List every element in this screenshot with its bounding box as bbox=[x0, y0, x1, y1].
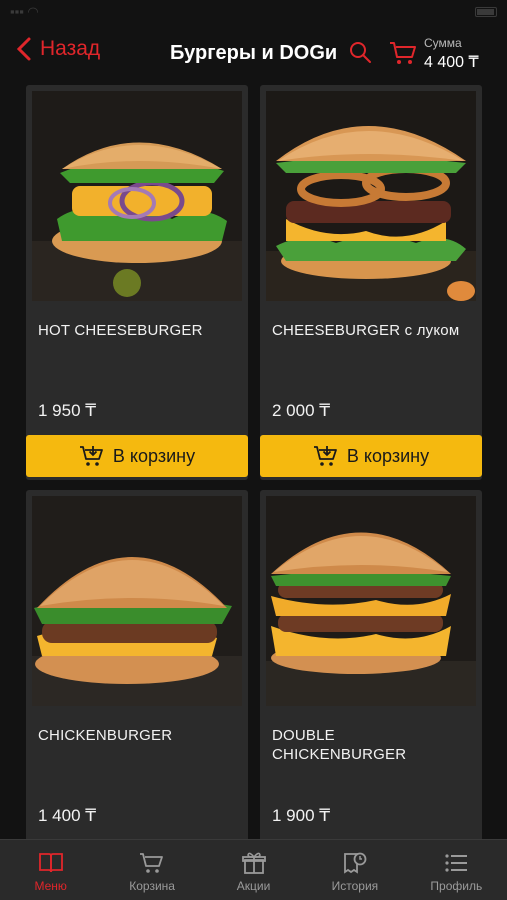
tab-label: Меню bbox=[34, 879, 67, 893]
product-card[interactable]: DOUBLE CHICKENBURGER 1 900 ₸ bbox=[260, 490, 482, 850]
burger-photo bbox=[266, 91, 476, 301]
tab-cart[interactable]: Корзина bbox=[101, 840, 202, 900]
history-icon bbox=[344, 852, 367, 874]
back-label: Назад bbox=[40, 37, 101, 60]
product-name: DOUBLE CHICKENBURGER bbox=[272, 727, 407, 763]
page-title: Бургеры и DOGи bbox=[170, 42, 338, 64]
add-to-cart-label: В корзину bbox=[112, 445, 196, 466]
cart-icon[interactable] bbox=[389, 40, 417, 66]
sum-label: Сумма bbox=[424, 36, 462, 50]
add-to-cart-button[interactable]: В корзину bbox=[260, 435, 482, 477]
signal-icon: ▪▪▪ ◠ bbox=[10, 4, 39, 19]
cart-icon bbox=[140, 853, 164, 873]
burger-photo bbox=[266, 496, 476, 706]
status-bar: ▪▪▪ ◠ bbox=[0, 0, 507, 24]
product-name: CHEESEBURGER с луком bbox=[272, 322, 460, 339]
tab-menu[interactable]: Меню bbox=[0, 840, 101, 900]
list-icon bbox=[445, 854, 468, 872]
product-name: HOT CHEESEBURGER bbox=[38, 322, 203, 339]
burger-photo bbox=[32, 91, 242, 301]
add-to-cart-label: В корзину bbox=[346, 445, 430, 466]
product-card[interactable]: CHICKENBURGER 1 400 ₸ bbox=[26, 490, 248, 850]
tab-promotions[interactable]: Акции bbox=[203, 840, 304, 900]
sum-value[interactable]: 4 400 ₸ bbox=[424, 52, 479, 72]
product-price: 1 400 ₸ bbox=[38, 806, 97, 825]
book-icon bbox=[38, 853, 63, 873]
gift-icon bbox=[241, 852, 266, 874]
tab-profile[interactable]: Профиль bbox=[406, 840, 507, 900]
tab-label: Профиль bbox=[430, 879, 483, 893]
cart-add-icon bbox=[79, 446, 103, 466]
tab-label: История bbox=[331, 879, 379, 893]
product-price: 1 950 ₸ bbox=[38, 401, 97, 420]
tab-bar: Меню Корзина Акции История Профиль bbox=[0, 839, 507, 900]
header: Назад Бургеры и DOGи Сумма 4 400 ₸ bbox=[0, 28, 507, 80]
chevron-left-icon bbox=[16, 37, 31, 61]
tab-label: Акции bbox=[236, 879, 271, 893]
product-price: 1 900 ₸ bbox=[272, 806, 331, 825]
search-icon[interactable] bbox=[348, 40, 372, 64]
product-card[interactable]: HOT CHEESEBURGER 1 950 ₸ В корзину bbox=[26, 85, 248, 480]
tab-history[interactable]: История bbox=[304, 840, 405, 900]
tab-label: Корзина bbox=[129, 879, 175, 893]
cart-add-icon bbox=[313, 446, 337, 466]
product-card[interactable]: CHEESEBURGER с луком 2 000 ₸ В корзину bbox=[260, 85, 482, 480]
product-price: 2 000 ₸ bbox=[272, 401, 331, 420]
battery-icon bbox=[475, 7, 497, 17]
product-name: CHICKENBURGER bbox=[38, 727, 173, 744]
back-button[interactable]: Назад bbox=[14, 36, 100, 62]
add-to-cart-button[interactable]: В корзину bbox=[26, 435, 248, 477]
burger-photo bbox=[32, 496, 242, 706]
